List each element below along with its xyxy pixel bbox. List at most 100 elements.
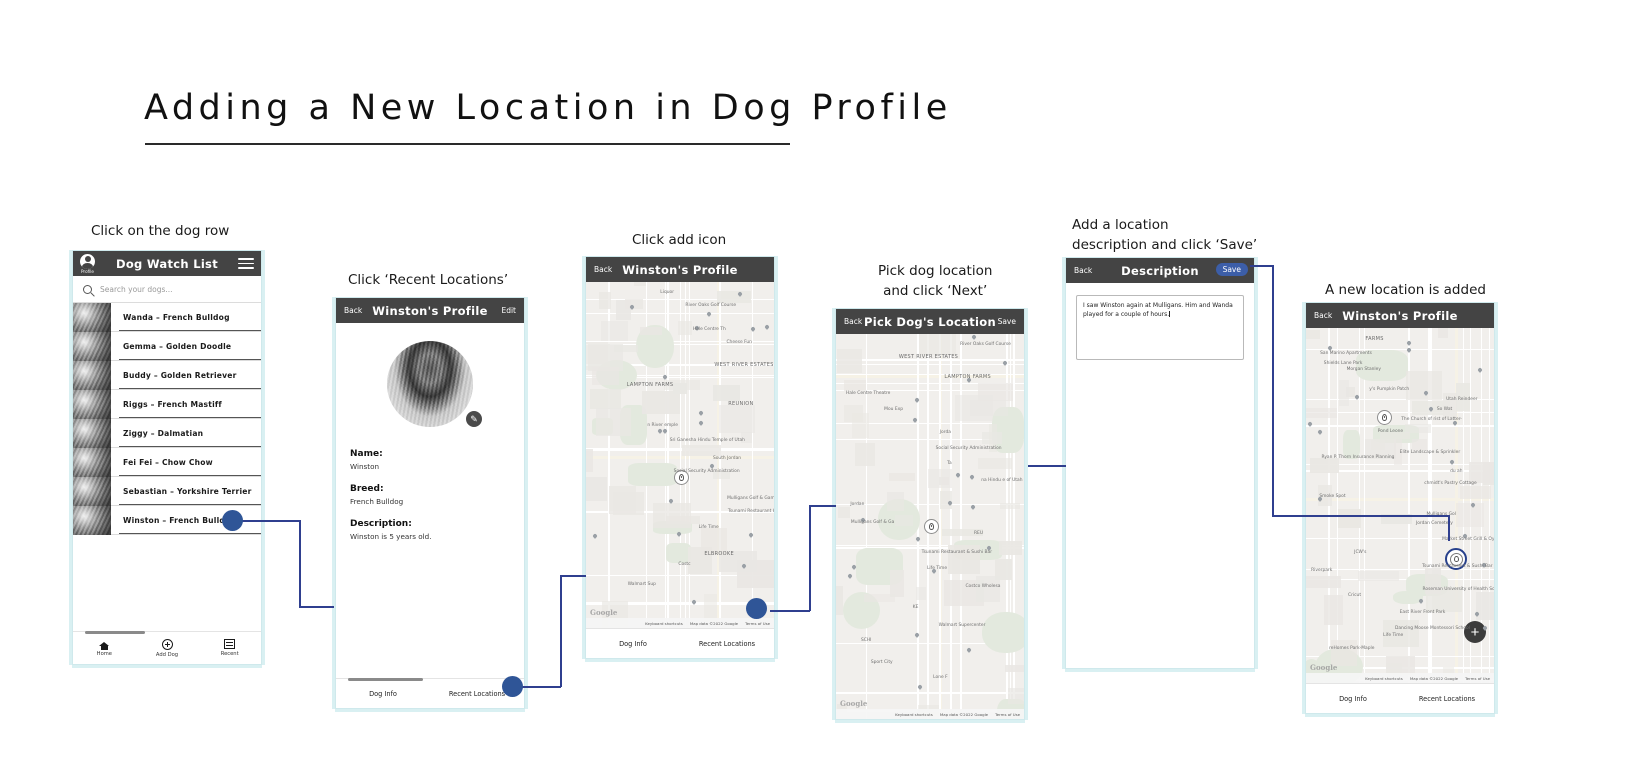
map-poi-marker[interactable]: [1475, 612, 1480, 617]
map-poi-marker[interactable]: [956, 473, 961, 478]
save-button[interactable]: Save: [998, 317, 1016, 326]
dog-thumbnail: [73, 447, 111, 477]
map-poi-marker[interactable]: [663, 429, 668, 434]
map-poi-marker[interactable]: [738, 292, 743, 297]
map-poi-marker[interactable]: [707, 312, 712, 317]
keyboard-shortcuts-link[interactable]: Keyboard shortcuts: [895, 712, 933, 717]
map-poi-marker[interactable]: [630, 305, 635, 310]
map-poi-marker[interactable]: [915, 398, 920, 403]
map-poi-marker[interactable]: [915, 633, 920, 638]
dog-row[interactable]: Fei Fei – Chow Chow: [73, 447, 261, 477]
map-poi-marker[interactable]: [749, 533, 754, 538]
terms-of-use-link[interactable]: Terms of Use: [1465, 676, 1490, 681]
map-poi-marker[interactable]: [1355, 395, 1360, 400]
tab-recent[interactable]: Recent: [198, 639, 261, 657]
back-button[interactable]: Back: [594, 265, 612, 274]
map-block: [1004, 664, 1024, 672]
map-poi-marker[interactable]: [1308, 422, 1313, 427]
dog-row[interactable]: Wanda – French Bulldog: [73, 302, 261, 332]
map-poi-marker[interactable]: [1424, 391, 1429, 396]
avatar-section: ✎: [336, 341, 524, 429]
map-pin[interactable]: [1377, 410, 1392, 425]
map-poi-marker[interactable]: [852, 565, 857, 570]
map-poi-marker[interactable]: [1318, 430, 1323, 435]
map-poi-marker[interactable]: [1478, 368, 1483, 373]
flow-dot-2[interactable]: [502, 676, 523, 697]
map-poi-marker[interactable]: [970, 475, 975, 480]
keyboard-shortcuts-link[interactable]: Keyboard shortcuts: [645, 621, 683, 626]
map-label: Roseman University of Health Sciences: [1422, 586, 1494, 592]
tab-recent-locations[interactable]: Recent Locations: [680, 640, 774, 648]
map-poi-marker[interactable]: [765, 325, 770, 330]
map-poi-marker[interactable]: [1471, 503, 1476, 508]
terms-of-use-link[interactable]: Terms of Use: [995, 712, 1020, 717]
map-poi-marker[interactable]: [918, 685, 923, 690]
map-poi-marker[interactable]: [1419, 599, 1424, 604]
map-view[interactable]: + Google Keyboard shortcuts Map data ©20…: [586, 282, 774, 628]
map-poi-marker[interactable]: [1003, 361, 1008, 366]
map-poi-marker[interactable]: [1429, 407, 1434, 412]
map-view[interactable]: + Google Keyboard shortcuts Map data ©20…: [1306, 328, 1494, 683]
back-button[interactable]: Back: [1074, 266, 1092, 275]
scroll-handle[interactable]: [85, 631, 145, 634]
dog-row[interactable]: Buddy – Golden Retriever: [73, 360, 261, 390]
map-view[interactable]: Google Keyboard shortcuts Map data ©2022…: [836, 334, 1024, 719]
map-poi-marker[interactable]: [699, 411, 704, 416]
map-poi-marker[interactable]: [669, 499, 674, 504]
terms-of-use-link[interactable]: Terms of Use: [745, 621, 770, 626]
map-block: [886, 491, 905, 511]
pencil-icon[interactable]: ✎: [464, 409, 484, 429]
map-poi-marker[interactable]: [692, 600, 697, 605]
add-location-button[interactable]: +: [1464, 621, 1486, 643]
map-poi-marker[interactable]: [658, 429, 663, 434]
hamburger-icon[interactable]: [238, 258, 254, 272]
map-poi-marker[interactable]: [948, 501, 953, 506]
map-block: [1306, 329, 1320, 339]
map-poi-marker[interactable]: [972, 335, 977, 340]
map-poi-marker[interactable]: [913, 418, 918, 423]
map-poi-marker[interactable]: [971, 505, 976, 510]
map-poi-marker[interactable]: [1407, 341, 1412, 346]
map-pin-selected[interactable]: [924, 519, 939, 534]
scroll-handle[interactable]: [348, 678, 423, 681]
back-button[interactable]: Back: [344, 306, 362, 315]
map-poi-marker[interactable]: [699, 421, 704, 426]
search-bar[interactable]: Search your dogs...: [73, 276, 261, 303]
map-block: [589, 388, 621, 409]
dog-row-label: Ziggy – Dalmatian: [123, 428, 204, 438]
profile-tabbar: Dog Info Recent Locations: [336, 678, 524, 708]
dog-row[interactable]: Gemma – Golden Doodle: [73, 331, 261, 361]
dog-row[interactable]: Sebastian – Yorkshire Terrier: [73, 476, 261, 506]
keyboard-shortcuts-link[interactable]: Keyboard shortcuts: [1365, 676, 1403, 681]
tab-recent-locations[interactable]: Recent Locations: [1400, 695, 1494, 703]
back-button[interactable]: Back: [1314, 311, 1332, 320]
edit-button[interactable]: Edit: [501, 306, 516, 315]
flow-dot-1[interactable]: [222, 510, 243, 531]
map-poi-marker[interactable]: [751, 327, 756, 332]
field-breed-value: French Bulldog: [350, 497, 404, 506]
map-poi-marker[interactable]: [1483, 626, 1488, 631]
dog-row[interactable]: Riggs – French Mastiff: [73, 389, 261, 419]
tab-dog-info[interactable]: Dog Info: [586, 640, 680, 648]
map-poi-marker[interactable]: [967, 648, 972, 653]
description-textarea[interactable]: I saw Winston again at Mulligans. Him an…: [1076, 295, 1244, 360]
back-button[interactable]: Back: [844, 317, 862, 326]
map-poi-marker[interactable]: [663, 375, 668, 380]
map-poi-marker[interactable]: [1450, 460, 1455, 465]
dog-row[interactable]: Ziggy – Dalmatian: [73, 418, 261, 448]
map-poi-marker[interactable]: [1407, 348, 1412, 353]
map-poi-marker[interactable]: [593, 534, 598, 539]
map-poi-marker[interactable]: [742, 564, 747, 569]
flow-dot-3[interactable]: [746, 598, 767, 619]
profile-button[interactable]: Profile: [80, 253, 95, 274]
map-poi-marker[interactable]: [916, 537, 921, 542]
search-input[interactable]: Search your dogs...: [100, 285, 173, 294]
navbar-dog-profile: Back Winston's Profile Edit: [336, 298, 524, 323]
tab-dog-info[interactable]: Dog Info: [336, 690, 430, 698]
tab-add-dog[interactable]: Add Dog: [136, 638, 199, 658]
save-button[interactable]: Save: [1215, 263, 1248, 276]
tab-dog-info[interactable]: Dog Info: [1306, 695, 1400, 703]
tab-home[interactable]: Home: [73, 639, 136, 657]
map-poi-marker[interactable]: [677, 532, 682, 537]
map-poi-marker[interactable]: [848, 574, 853, 579]
